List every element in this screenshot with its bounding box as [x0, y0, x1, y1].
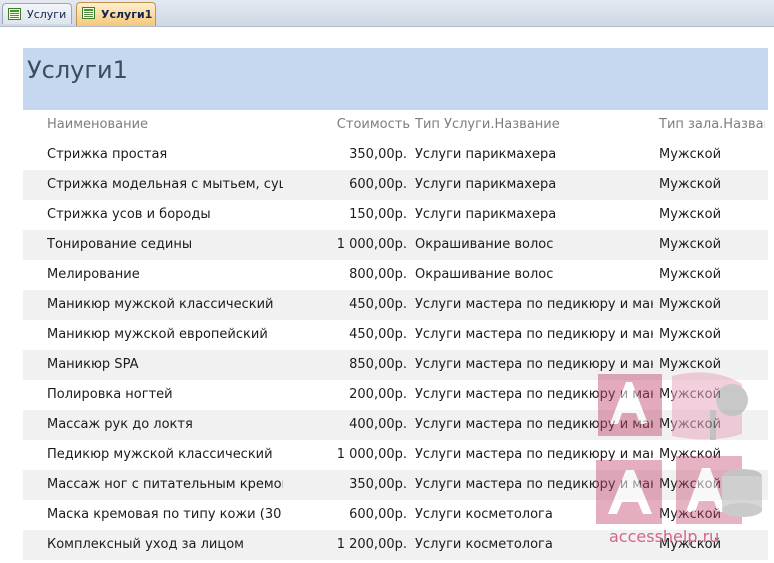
- cell-hall: Мужской: [659, 297, 722, 312]
- table-row: Стрижка усов и бороды 150,00р. Услуги пари…: [23, 200, 768, 230]
- cell-name: Педикюр мужской классический: [47, 447, 273, 462]
- table-row: Стрижка простая 350,00р. Услуги парикмахер…: [23, 140, 768, 170]
- report-icon: [8, 8, 21, 20]
- cell-cost: 1 000,00р.: [336, 237, 407, 252]
- cell-cost: 400,00р.: [349, 417, 407, 432]
- column-header-name: Наименование: [47, 117, 149, 132]
- cell-name: Массаж рук до локтя: [47, 417, 193, 432]
- cell-cost: 1 000,00р.: [336, 447, 407, 462]
- table-row: Стрижка модельная с мытьем, сушк 600,00р.…: [23, 170, 768, 200]
- cell-name: Комплексный уход за лицом: [47, 537, 244, 552]
- cell-name: Маникюр мужской европейский: [47, 327, 268, 342]
- tab-label: Услуги: [27, 8, 67, 21]
- cell-type: Услуги мастера по педикюру и мани: [415, 297, 653, 312]
- cell-hall: Мужской: [659, 177, 722, 192]
- cell-name: Массаж ног с питательным кремом: [47, 477, 283, 492]
- cell-type: Окрашивание волос: [415, 267, 554, 282]
- cell-type: Услуги парикмахера: [415, 207, 557, 222]
- cell-cost: 1 200,00р.: [336, 537, 407, 552]
- cell-name: Мелирование: [47, 267, 140, 282]
- cell-cost: 350,00р.: [349, 477, 407, 492]
- cell-type: Услуги парикмахера: [415, 147, 557, 162]
- table-row: Мелирование 800,00р. Окрашивание волос Мужс…: [23, 260, 768, 290]
- tab-label: Услуги1: [101, 8, 153, 21]
- cell-name: Маска кремовая по типу кожи (30 ми: [47, 507, 283, 522]
- cell-cost: 150,00р.: [349, 207, 407, 222]
- tab-uslugi[interactable]: Услуги: [2, 3, 72, 24]
- report-title: Услуги1: [27, 56, 128, 84]
- table-row: Маникюр мужской классический 450,00р. Услу…: [23, 290, 768, 320]
- cell-name: Стрижка простая: [47, 147, 168, 162]
- column-header-hall: Тип зала.Назван: [659, 117, 765, 132]
- cell-name: Стрижка модельная с мытьем, сушк: [47, 177, 283, 192]
- watermark-text: accesshelp.ru: [609, 527, 720, 546]
- table-row: Тонирование седины 1 000,00р. Окрашивание …: [23, 230, 768, 260]
- cell-cost: 200,00р.: [349, 387, 407, 402]
- cell-name: Тонирование седины: [47, 237, 193, 252]
- cell-name: Стрижка усов и бороды: [47, 207, 211, 222]
- cell-hall: Мужской: [659, 147, 722, 162]
- cell-cost: 800,00р.: [349, 267, 407, 282]
- document-tab-bar: Услуги Услуги1: [0, 0, 774, 27]
- table-row: Маникюр мужской европейский 450,00р. Услуг…: [23, 320, 768, 350]
- cell-cost: 850,00р.: [349, 357, 407, 372]
- cell-cost: 450,00р.: [349, 327, 407, 342]
- cell-type: Услуги мастера по педикюру и мани: [415, 327, 653, 342]
- cell-cost: 450,00р.: [349, 297, 407, 312]
- report-header-band: [23, 48, 768, 110]
- cell-hall: Мужской: [659, 327, 722, 342]
- cell-hall: Мужской: [659, 267, 722, 282]
- cell-name: Маникюр мужской классический: [47, 297, 274, 312]
- tab-uslugi1[interactable]: Услуги1: [76, 2, 156, 26]
- cell-cost: 350,00р.: [349, 147, 407, 162]
- cell-name: Маникюр SPA: [47, 357, 139, 372]
- cell-cost: 600,00р.: [349, 177, 407, 192]
- cell-hall: Мужской: [659, 237, 722, 252]
- cell-hall: Мужской: [659, 207, 722, 222]
- report-icon: [82, 7, 95, 19]
- cell-type: Окрашивание волос: [415, 237, 554, 252]
- cell-cost: 600,00р.: [349, 507, 407, 522]
- column-header-type: Тип Услуги.Название: [415, 117, 560, 132]
- cell-name: Полировка ногтей: [47, 387, 173, 402]
- cell-type: Услуги парикмахера: [415, 177, 557, 192]
- column-header-cost: Стоимость: [336, 117, 410, 132]
